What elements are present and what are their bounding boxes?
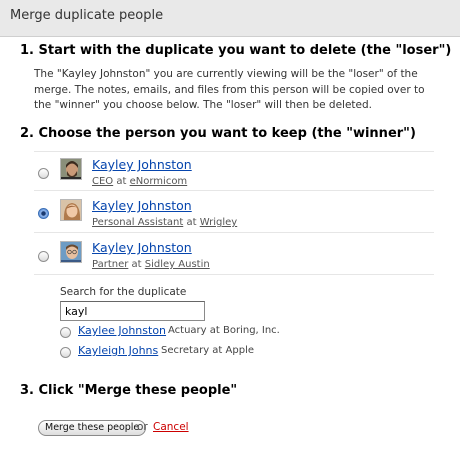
avatar-woman-icon: [60, 199, 82, 221]
search-result-description: Secretary at Apple: [161, 345, 254, 356]
person-role: CEO at eNormicom: [92, 176, 187, 187]
search-label: Search for the duplicate: [60, 286, 187, 298]
avatar-man-beard-icon: [60, 158, 82, 180]
person-company-link[interactable]: eNormicom: [130, 176, 188, 187]
person-name-link[interactable]: Kayley Johnston: [92, 157, 192, 172]
person-row[interactable]: Kayley Johnston CEO at eNormicom: [34, 151, 434, 191]
person-at-text: at: [131, 259, 142, 270]
search-result-radio[interactable]: [60, 327, 71, 338]
person-title-link[interactable]: Partner: [92, 259, 128, 270]
person-name-link[interactable]: Kayley Johnston: [92, 198, 192, 213]
search-result-name-link[interactable]: Kaylee Johnston: [78, 324, 166, 337]
person-radio[interactable]: [38, 168, 49, 179]
person-row[interactable]: Kayley Johnston Partner at Sidley Austin: [34, 235, 434, 275]
person-at-text: at: [186, 217, 197, 228]
step2-title: 2. Choose the person you want to keep (t…: [20, 126, 416, 141]
person-radio-selected[interactable]: [38, 208, 49, 219]
person-title-link[interactable]: CEO: [92, 176, 113, 187]
dialog-header: Merge duplicate people: [0, 0, 460, 37]
person-role: Partner at Sidley Austin: [92, 259, 210, 270]
person-role: Personal Assistant at Wrigley: [92, 217, 237, 228]
search-result-description: Actuary at Boring, Inc.: [168, 325, 280, 336]
step1-description-line: merge. The notes, emails, and files from…: [34, 83, 425, 96]
merge-button[interactable]: Merge these people: [38, 420, 147, 436]
person-name-link[interactable]: Kayley Johnston: [92, 240, 192, 255]
search-result-name-link[interactable]: Kayleigh Johns: [78, 344, 158, 357]
step1-description-line: The "Kayley Johnston" you are currently …: [34, 68, 418, 80]
person-title-link[interactable]: Personal Assistant: [92, 217, 183, 228]
person-company-link[interactable]: Wrigley: [200, 217, 238, 228]
person-row[interactable]: Kayley Johnston Personal Assistant at Wr…: [34, 193, 434, 233]
dialog-title: Merge duplicate people: [10, 8, 164, 23]
search-result-radio[interactable]: [60, 347, 71, 358]
person-at-text: at: [116, 176, 127, 187]
step1-title: 1. Start with the duplicate you want to …: [20, 43, 452, 58]
avatar-man-glasses-icon: [60, 241, 82, 263]
step1-description: The "Kayley Johnston" you are currently …: [34, 67, 434, 114]
or-text: or: [137, 421, 148, 433]
step1-description-line: the "winner" you choose below. The "lose…: [34, 99, 372, 111]
person-radio[interactable]: [38, 251, 49, 262]
cancel-link[interactable]: Cancel: [153, 421, 189, 433]
step3-title: 3. Click "Merge these people": [20, 383, 238, 398]
person-company-link[interactable]: Sidley Austin: [145, 259, 210, 270]
search-input[interactable]: [60, 301, 205, 321]
